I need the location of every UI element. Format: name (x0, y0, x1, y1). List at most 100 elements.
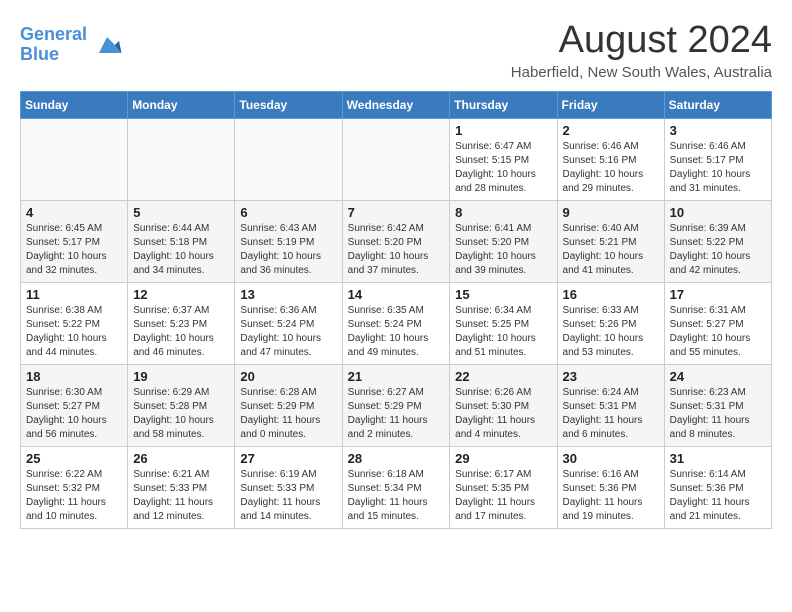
day-number: 19 (133, 369, 229, 384)
day-info: Sunrise: 6:28 AM Sunset: 5:29 PM Dayligh… (240, 386, 336, 442)
calendar-cell: 14Sunrise: 6:35 AM Sunset: 5:24 PM Dayli… (342, 282, 450, 364)
day-info: Sunrise: 6:36 AM Sunset: 5:24 PM Dayligh… (240, 304, 336, 360)
day-number: 4 (26, 205, 122, 220)
day-info: Sunrise: 6:23 AM Sunset: 5:31 PM Dayligh… (670, 386, 766, 442)
day-number: 25 (26, 451, 122, 466)
day-info: Sunrise: 6:37 AM Sunset: 5:23 PM Dayligh… (133, 304, 229, 360)
day-info: Sunrise: 6:40 AM Sunset: 5:21 PM Dayligh… (563, 222, 659, 278)
calendar-cell: 29 Sunrise: 6:17 AM Sunset: 5:35 PM Dayli… (450, 446, 557, 528)
day-number: 16 (563, 287, 659, 302)
calendar-cell: 19 Sunrise: 6:29 AM Sunset: 5:28 PM Dayli… (128, 364, 235, 446)
day-number: 11 (26, 287, 122, 302)
calendar-cell: 24 Sunrise: 6:23 AM Sunset: 5:31 PM Dayli… (664, 364, 771, 446)
calendar-cell: 1Sunrise: 6:47 AM Sunset: 5:15 PM Daylig… (450, 118, 557, 200)
day-info: Sunrise: 6:16 AM Sunset: 5:36 PM Dayligh… (563, 468, 659, 524)
calendar-cell: 20 Sunrise: 6:28 AM Sunset: 5:29 PM Dayli… (235, 364, 342, 446)
day-number: 9 (563, 205, 659, 220)
day-info: Sunrise: 6:44 AM Sunset: 5:18 PM Dayligh… (133, 222, 229, 278)
day-info: Sunrise: 6:24 AM Sunset: 5:31 PM Dayligh… (563, 386, 659, 442)
day-info: Sunrise: 6:42 AM Sunset: 5:20 PM Dayligh… (348, 222, 445, 278)
day-info: Sunrise: 6:46 AM Sunset: 5:16 PM Dayligh… (563, 140, 659, 196)
calendar-cell: 28 Sunrise: 6:18 AM Sunset: 5:34 PM Dayli… (342, 446, 450, 528)
day-number: 29 (455, 451, 551, 466)
day-number: 23 (563, 369, 659, 384)
day-number: 15 (455, 287, 551, 302)
weekday-header-monday: Monday (128, 91, 235, 118)
calendar-week-1: 1Sunrise: 6:47 AM Sunset: 5:15 PM Daylig… (21, 118, 772, 200)
day-number: 5 (133, 205, 229, 220)
title-area: August 2024 Haberfield, New South Wales,… (511, 20, 772, 81)
calendar-cell: 8 Sunrise: 6:41 AM Sunset: 5:20 PM Daylig… (450, 200, 557, 282)
day-info: Sunrise: 6:31 AM Sunset: 5:27 PM Dayligh… (670, 304, 766, 360)
calendar-cell (21, 118, 128, 200)
page-header: GeneralBlue August 2024 Haberfield, New … (20, 20, 772, 81)
day-info: Sunrise: 6:14 AM Sunset: 5:36 PM Dayligh… (670, 468, 766, 524)
calendar-week-2: 4 Sunrise: 6:45 AM Sunset: 5:17 PM Daylig… (21, 200, 772, 282)
day-info: Sunrise: 6:17 AM Sunset: 5:35 PM Dayligh… (455, 468, 551, 524)
day-info: Sunrise: 6:27 AM Sunset: 5:29 PM Dayligh… (348, 386, 445, 442)
weekday-header-saturday: Saturday (664, 91, 771, 118)
calendar-header-row: SundayMondayTuesdayWednesdayThursdayFrid… (21, 91, 772, 118)
calendar-cell: 31 Sunrise: 6:14 AM Sunset: 5:36 PM Dayli… (664, 446, 771, 528)
calendar-cell: 30 Sunrise: 6:16 AM Sunset: 5:36 PM Dayli… (557, 446, 664, 528)
day-number: 31 (670, 451, 766, 466)
day-info: Sunrise: 6:26 AM Sunset: 5:30 PM Dayligh… (455, 386, 551, 442)
day-info: Sunrise: 6:46 AM Sunset: 5:17 PM Dayligh… (670, 140, 766, 196)
weekday-header-friday: Friday (557, 91, 664, 118)
logo-icon (91, 29, 123, 61)
day-info: Sunrise: 6:39 AM Sunset: 5:22 PM Dayligh… (670, 222, 766, 278)
day-info: Sunrise: 6:43 AM Sunset: 5:19 PM Dayligh… (240, 222, 336, 278)
day-number: 30 (563, 451, 659, 466)
day-number: 10 (670, 205, 766, 220)
weekday-header-sunday: Sunday (21, 91, 128, 118)
day-number: 26 (133, 451, 229, 466)
day-number: 28 (348, 451, 445, 466)
calendar-cell: 12 Sunrise: 6:37 AM Sunset: 5:23 PM Dayli… (128, 282, 235, 364)
calendar-cell: 13 Sunrise: 6:36 AM Sunset: 5:24 PM Dayli… (235, 282, 342, 364)
logo-text: GeneralBlue (20, 25, 87, 65)
calendar-cell: 16Sunrise: 6:33 AM Sunset: 5:26 PM Dayli… (557, 282, 664, 364)
day-number: 7 (348, 205, 445, 220)
weekday-header-wednesday: Wednesday (342, 91, 450, 118)
calendar-cell: 26 Sunrise: 6:21 AM Sunset: 5:33 PM Dayli… (128, 446, 235, 528)
day-info: Sunrise: 6:38 AM Sunset: 5:22 PM Dayligh… (26, 304, 122, 360)
day-info: Sunrise: 6:41 AM Sunset: 5:20 PM Dayligh… (455, 222, 551, 278)
day-number: 13 (240, 287, 336, 302)
day-info: Sunrise: 6:21 AM Sunset: 5:33 PM Dayligh… (133, 468, 229, 524)
calendar-cell: 17Sunrise: 6:31 AM Sunset: 5:27 PM Dayli… (664, 282, 771, 364)
calendar-cell: 23 Sunrise: 6:24 AM Sunset: 5:31 PM Dayli… (557, 364, 664, 446)
calendar-cell: 7 Sunrise: 6:42 AM Sunset: 5:20 PM Daylig… (342, 200, 450, 282)
day-info: Sunrise: 6:45 AM Sunset: 5:17 PM Dayligh… (26, 222, 122, 278)
calendar-cell: 2 Sunrise: 6:46 AM Sunset: 5:16 PM Daylig… (557, 118, 664, 200)
day-info: Sunrise: 6:19 AM Sunset: 5:33 PM Dayligh… (240, 468, 336, 524)
day-number: 6 (240, 205, 336, 220)
calendar-week-5: 25Sunrise: 6:22 AM Sunset: 5:32 PM Dayli… (21, 446, 772, 528)
calendar-cell: 4 Sunrise: 6:45 AM Sunset: 5:17 PM Daylig… (21, 200, 128, 282)
calendar-cell: 6 Sunrise: 6:43 AM Sunset: 5:19 PM Daylig… (235, 200, 342, 282)
calendar-cell: 22 Sunrise: 6:26 AM Sunset: 5:30 PM Dayli… (450, 364, 557, 446)
day-number: 24 (670, 369, 766, 384)
day-number: 12 (133, 287, 229, 302)
calendar-cell: 5 Sunrise: 6:44 AM Sunset: 5:18 PM Daylig… (128, 200, 235, 282)
day-info: Sunrise: 6:47 AM Sunset: 5:15 PM Dayligh… (455, 140, 551, 196)
calendar-week-3: 11 Sunrise: 6:38 AM Sunset: 5:22 PM Dayli… (21, 282, 772, 364)
calendar-cell: 9 Sunrise: 6:40 AM Sunset: 5:21 PM Daylig… (557, 200, 664, 282)
day-info: Sunrise: 6:18 AM Sunset: 5:34 PM Dayligh… (348, 468, 445, 524)
day-info: Sunrise: 6:30 AM Sunset: 5:27 PM Dayligh… (26, 386, 122, 442)
calendar-cell: 10 Sunrise: 6:39 AM Sunset: 5:22 PM Dayli… (664, 200, 771, 282)
calendar-cell: 27Sunrise: 6:19 AM Sunset: 5:33 PM Dayli… (235, 446, 342, 528)
day-number: 21 (348, 369, 445, 384)
location: Haberfield, New South Wales, Australia (511, 64, 772, 81)
day-number: 22 (455, 369, 551, 384)
day-number: 20 (240, 369, 336, 384)
weekday-header-thursday: Thursday (450, 91, 557, 118)
day-number: 8 (455, 205, 551, 220)
day-info: Sunrise: 6:29 AM Sunset: 5:28 PM Dayligh… (133, 386, 229, 442)
calendar-cell: 3 Sunrise: 6:46 AM Sunset: 5:17 PM Daylig… (664, 118, 771, 200)
calendar-cell: 11 Sunrise: 6:38 AM Sunset: 5:22 PM Dayli… (21, 282, 128, 364)
calendar-week-4: 18Sunrise: 6:30 AM Sunset: 5:27 PM Dayli… (21, 364, 772, 446)
calendar-body: 1Sunrise: 6:47 AM Sunset: 5:15 PM Daylig… (21, 118, 772, 528)
day-number: 3 (670, 123, 766, 138)
calendar-cell (342, 118, 450, 200)
day-number: 2 (563, 123, 659, 138)
